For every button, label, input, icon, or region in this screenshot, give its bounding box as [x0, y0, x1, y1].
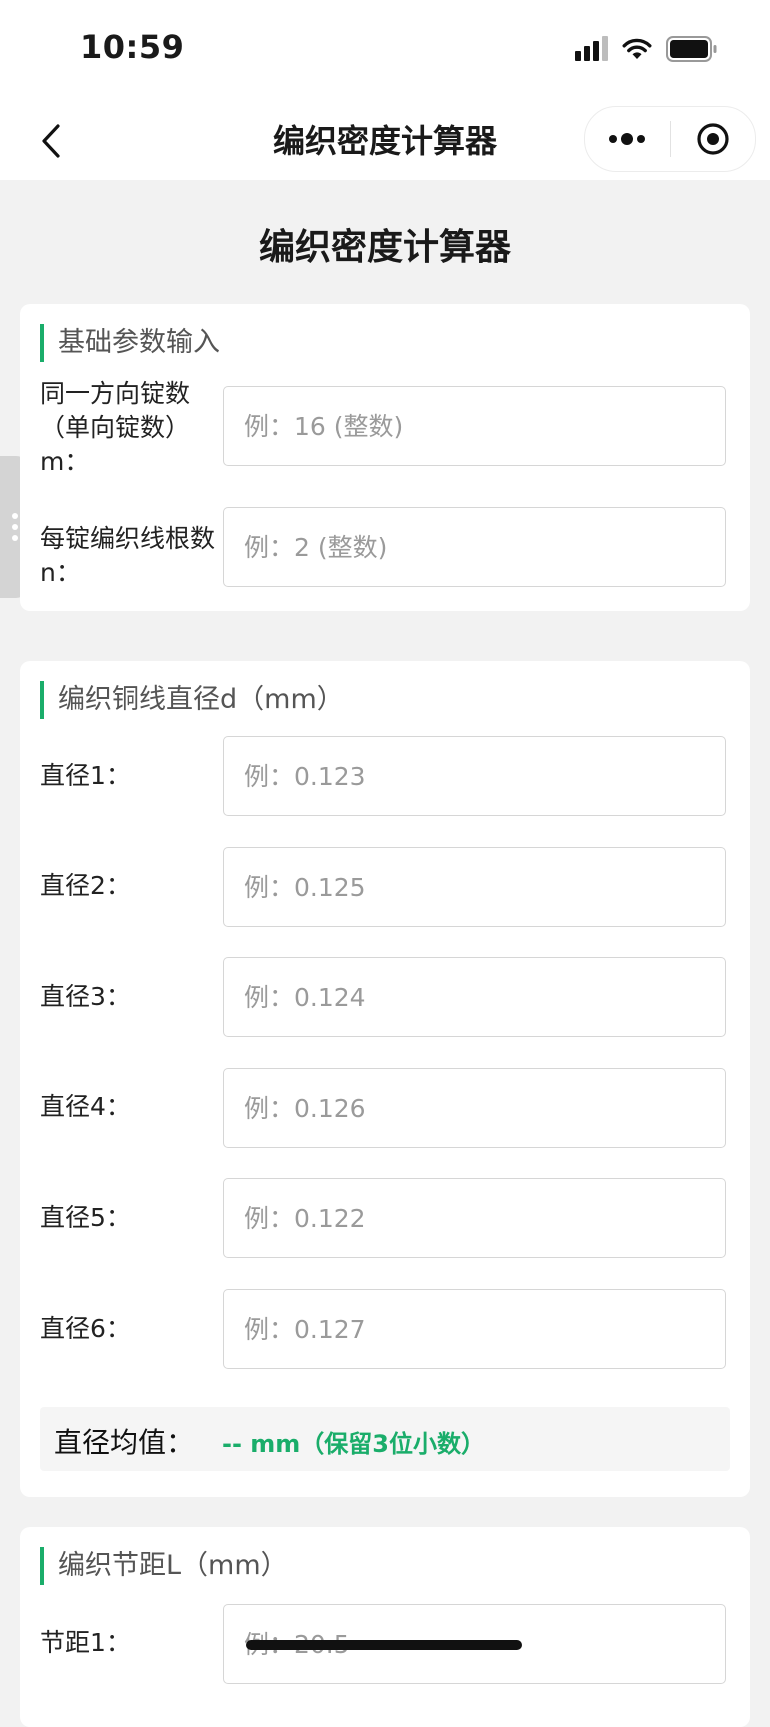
- page-title: 编织密度计算器: [258, 227, 511, 268]
- diameter-average-label: 直径均值：: [54, 1426, 195, 1459]
- chevron-left-icon: [42, 124, 60, 158]
- diameter-2-input[interactable]: [223, 847, 726, 927]
- wires-per-spindle-input[interactable]: [223, 507, 726, 587]
- basic-params-card: 基础参数输入 同一方向锭数（单向锭数）m： 每锭编织线根数n：: [20, 304, 750, 611]
- main-content: 编织密度计算器 基础参数输入 同一方向锭数（单向锭数）m： 每锭编织线根数n： …: [0, 180, 770, 1727]
- status-icons: [575, 36, 718, 62]
- section-title-basic: 基础参数输入: [40, 324, 220, 362]
- field-label-pitch-1: 节距1：: [40, 1628, 131, 1657]
- target-circle-icon: [697, 123, 729, 155]
- wifi-icon: [622, 38, 652, 59]
- side-tab-dot: [12, 524, 18, 530]
- diameter-average-value: -- mm（保留3位小数）: [222, 1430, 485, 1458]
- status-bar: 10:59: [0, 0, 770, 100]
- battery-icon: [666, 36, 717, 62]
- cellular-signal-icon: [575, 36, 608, 61]
- diameter-6-input[interactable]: [223, 1289, 726, 1369]
- mini-program-capsule: [584, 106, 756, 172]
- spindles-input[interactable]: [223, 386, 726, 466]
- status-time: 10:59: [80, 28, 185, 66]
- home-indicator: [246, 1640, 522, 1650]
- field-label-wires-per-spindle: 每锭编织线根数n：: [40, 524, 216, 587]
- section-title-diameter: 编织铜线直径d（mm）: [40, 681, 344, 719]
- side-tab-dot: [12, 535, 18, 541]
- field-label-diameter-5: 直径5：: [40, 1203, 131, 1232]
- field-label-diameter-3: 直径3：: [40, 982, 131, 1011]
- field-label-diameter-2: 直径2：: [40, 871, 131, 900]
- diameter-3-input[interactable]: [223, 957, 726, 1037]
- more-button[interactable]: [585, 107, 670, 171]
- diameter-card: 编织铜线直径d（mm） 直径1： 直径2： 直径3： 直径4： 直径5： 直径6…: [20, 661, 750, 1497]
- diameter-1-input[interactable]: [223, 736, 726, 816]
- close-miniprogram-button[interactable]: [671, 107, 756, 171]
- diameter-average-box: 直径均值： -- mm（保留3位小数）: [40, 1407, 730, 1471]
- field-label-diameter-4: 直径4：: [40, 1092, 131, 1121]
- field-label-spindles: 同一方向锭数（单向锭数）m：: [40, 379, 191, 476]
- side-tab-dot: [12, 513, 18, 519]
- pitch-card: 编织节距L（mm） 节距1：: [20, 1527, 750, 1727]
- navigation-bar: 编织密度计算器: [0, 100, 770, 180]
- section-title-pitch: 编织节距L（mm）: [40, 1547, 288, 1585]
- more-dots-icon: [609, 133, 646, 145]
- field-label-diameter-6: 直径6：: [40, 1314, 131, 1343]
- diameter-5-input[interactable]: [223, 1178, 726, 1258]
- field-label-diameter-1: 直径1：: [40, 761, 131, 790]
- back-button[interactable]: [26, 116, 76, 166]
- diameter-4-input[interactable]: [223, 1068, 726, 1148]
